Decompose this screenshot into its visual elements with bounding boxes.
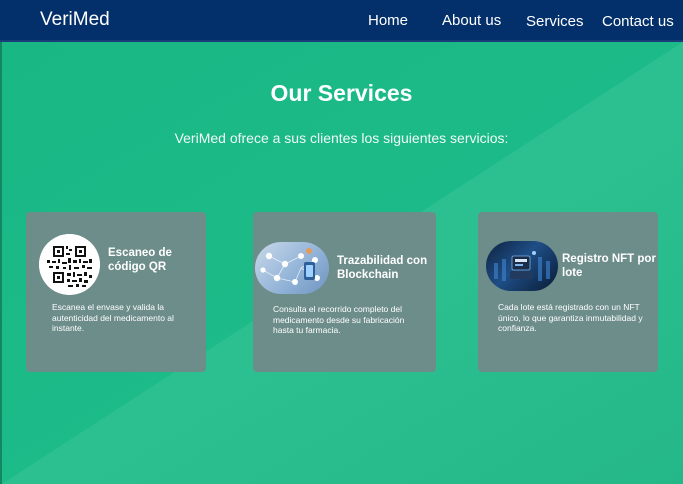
nav-link-home[interactable]: Home (368, 12, 408, 29)
service-title: Escaneo de código QR (108, 247, 172, 273)
service-title: Trazabilidad con Blockchain (337, 255, 428, 281)
service-card-nft: Registro NFT por lote Cada lote está reg… (478, 212, 658, 372)
nav-link-contact[interactable]: Contact us (602, 13, 674, 30)
service-description: Escanea el envase y valida la autenticid… (52, 302, 174, 333)
service-card-blockchain: Trazabilidad con Blockchain Consulta el … (253, 212, 436, 372)
page-title: Our Services (270, 80, 413, 106)
service-description: Consulta el recorrido completo del medic… (273, 304, 405, 335)
nav-link-services[interactable]: Services (526, 13, 584, 30)
service-card-qr: Escaneo de código QR Escanea el envase y… (26, 212, 206, 372)
nav-link-about[interactable]: About us (442, 12, 501, 29)
page-subtitle: VeriMed ofrece a sus clientes los siguie… (174, 130, 509, 146)
qr-code-icon (39, 234, 100, 295)
brand-logo[interactable]: VeriMed (40, 9, 110, 31)
service-title: Registro NFT por lote (562, 253, 656, 279)
nft-token-icon (486, 241, 558, 291)
service-description: Cada lote está registrado con un NFT úni… (498, 302, 643, 333)
blockchain-network-icon (255, 242, 329, 294)
navbar: VeriMed Home About us Services Contact u… (0, 0, 683, 42)
